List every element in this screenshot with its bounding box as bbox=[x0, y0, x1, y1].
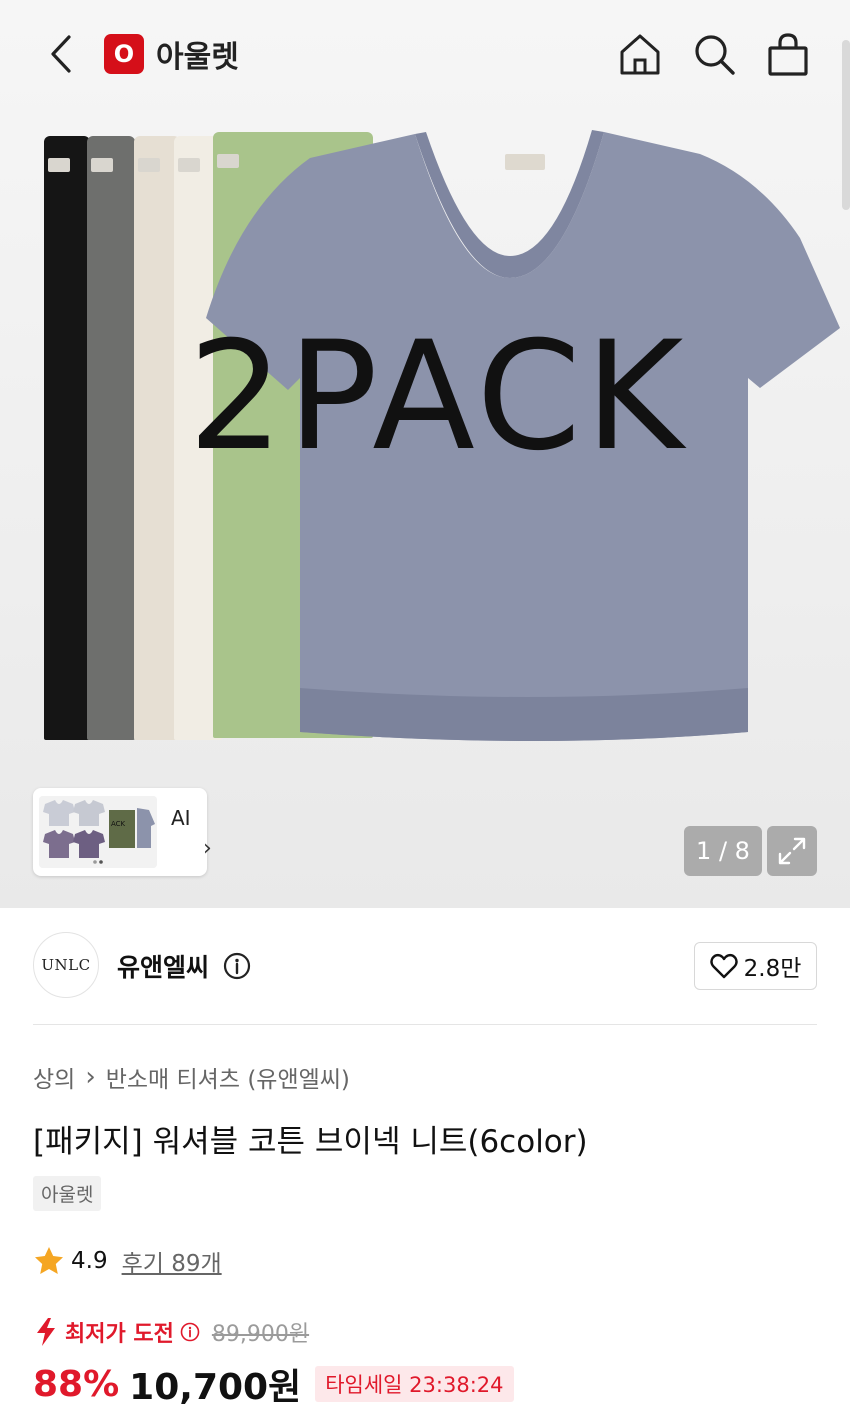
lowest-price-challenge-label: 최저가 도전 bbox=[65, 1322, 174, 1347]
sweater-black bbox=[44, 136, 90, 740]
like-count: 2.8만 bbox=[743, 956, 802, 982]
expand-button[interactable] bbox=[767, 826, 817, 876]
product-gallery[interactable]: 2PACK O 아울렛 ACK AI › 1 / 8 bbox=[0, 0, 850, 908]
search-icon bbox=[695, 35, 735, 75]
star-icon bbox=[35, 1247, 63, 1274]
timesale-badge: 타임세일 23:38:24 bbox=[315, 1366, 514, 1402]
ai-label: AI bbox=[171, 806, 191, 830]
pack-overlay-text: 2PACK bbox=[188, 310, 688, 484]
price-row: 88% 10,700원 타임세일 23:38:24 bbox=[33, 1358, 514, 1410]
outlet-logo-badge[interactable]: O bbox=[104, 34, 144, 74]
price-hint-row: 최저가 도전 89,900원 bbox=[33, 1316, 309, 1348]
breadcrumb-category[interactable]: 상의 bbox=[33, 1060, 75, 1094]
discount-rate: 88% bbox=[33, 1363, 120, 1405]
product-title: [패키지] 워셔블 코튼 브이넥 니트(6color) bbox=[33, 1124, 588, 1160]
back-button[interactable] bbox=[40, 30, 80, 78]
brand-name[interactable]: 유앤엘씨 bbox=[117, 948, 209, 984]
sweater-gray bbox=[87, 136, 135, 740]
original-price: 89,900원 bbox=[211, 1322, 310, 1347]
outlet-logo-text[interactable]: 아울렛 bbox=[156, 32, 239, 76]
rating-score: 4.9 bbox=[71, 1248, 108, 1274]
back-icon bbox=[51, 35, 71, 73]
expand-icon bbox=[778, 837, 806, 865]
sale-price: 10,700원 bbox=[129, 1367, 302, 1408]
ai-styling-card[interactable]: ACK AI › bbox=[33, 788, 212, 876]
breadcrumb: 상의 › 반소매 티셔츠 (유앤엘씨) bbox=[33, 1060, 350, 1094]
outlet-tag: 아울렛 bbox=[33, 1176, 102, 1211]
image-counter: 1 / 8 bbox=[684, 826, 762, 876]
lightning-icon bbox=[37, 1318, 55, 1346]
divider bbox=[33, 1024, 817, 1025]
top-bar: O 아울렛 bbox=[0, 0, 850, 108]
info-icon[interactable] bbox=[180, 1322, 200, 1342]
search-button[interactable] bbox=[690, 30, 738, 78]
brand-logo[interactable]: UNLC bbox=[33, 932, 99, 998]
bag-button[interactable] bbox=[764, 30, 812, 78]
ai-thumbnail: ACK bbox=[39, 796, 157, 868]
home-icon bbox=[620, 34, 660, 75]
like-button[interactable]: 2.8만 bbox=[694, 942, 817, 990]
reviews-link[interactable]: 후기 89개 bbox=[122, 1244, 222, 1278]
breadcrumb-subcategory[interactable]: 반소매 티셔츠 (유앤엘씨) bbox=[106, 1060, 350, 1094]
chevron-right-icon: › bbox=[85, 1062, 96, 1092]
rating-row: 4.9 후기 89개 bbox=[33, 1244, 222, 1278]
heart-icon bbox=[709, 953, 738, 979]
home-button[interactable] bbox=[616, 30, 664, 78]
info-icon[interactable] bbox=[223, 952, 251, 980]
chevron-right-icon: › bbox=[203, 836, 212, 861]
bag-icon bbox=[768, 33, 808, 76]
svg-text:ACK: ACK bbox=[111, 820, 126, 828]
brand-row: UNLC 유앤엘씨 2.8만 bbox=[33, 932, 817, 1000]
